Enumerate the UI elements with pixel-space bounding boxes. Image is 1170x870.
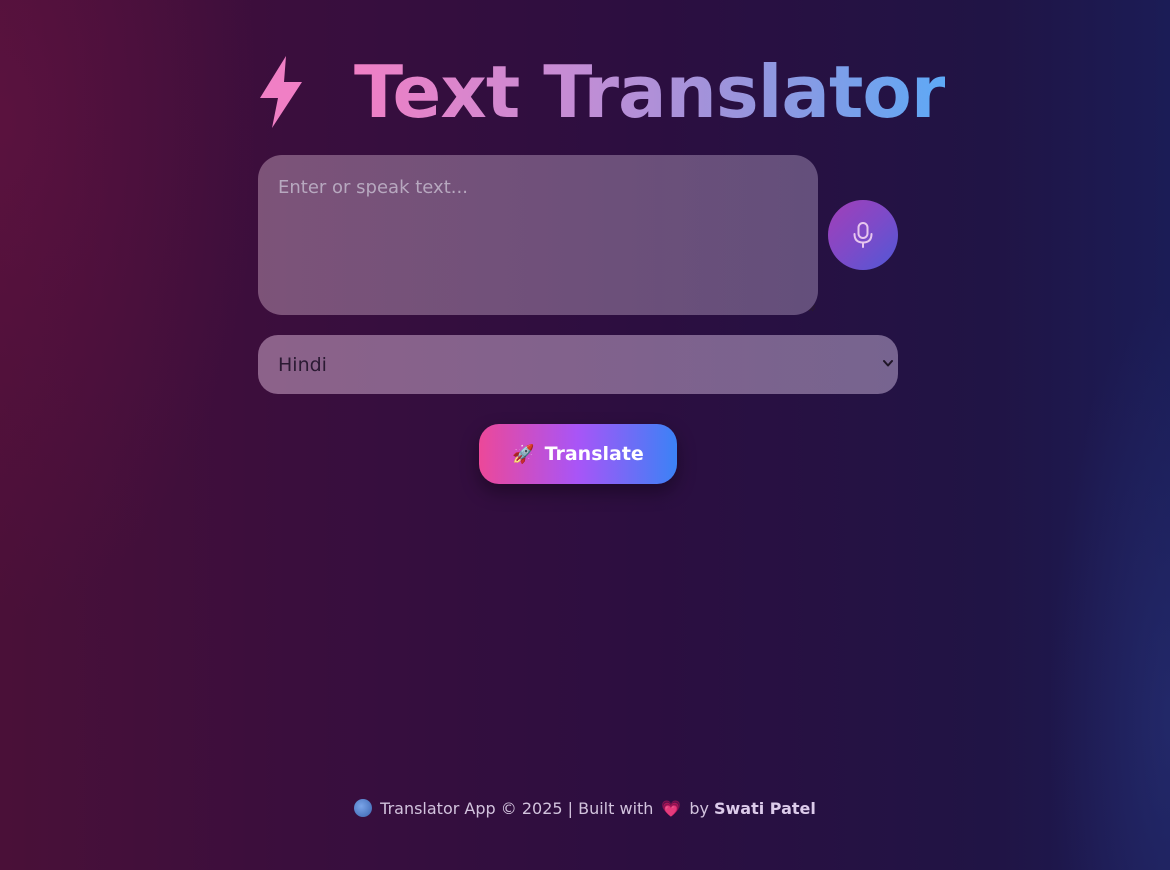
text-input[interactable] (258, 155, 818, 315)
footer-author: Swati Patel (713, 798, 816, 818)
footer-text: Translator App © 2025 | Built with (380, 798, 654, 818)
globe-icon (354, 799, 373, 817)
page-title: Text Translator (354, 50, 946, 134)
heart-icon: 💗 (661, 798, 682, 818)
footer: Translator App © 2025 | Built with 💗 by … (0, 796, 1170, 820)
translate-button[interactable]: 🚀 Translate (479, 424, 677, 484)
lightning-bolt-icon (260, 56, 302, 128)
rocket-icon: 🚀 (512, 443, 535, 465)
language-select[interactable]: Hindi (258, 335, 898, 394)
translate-button-label: Translate (544, 443, 644, 465)
microphone-icon (853, 222, 873, 248)
mic-button[interactable] (828, 200, 898, 270)
chevron-down-icon (883, 360, 893, 367)
resize-handle-icon[interactable] (808, 304, 816, 312)
footer-by: by (689, 798, 709, 818)
language-select-value: Hindi (278, 353, 327, 376)
header: Text Translator (0, 50, 1170, 134)
